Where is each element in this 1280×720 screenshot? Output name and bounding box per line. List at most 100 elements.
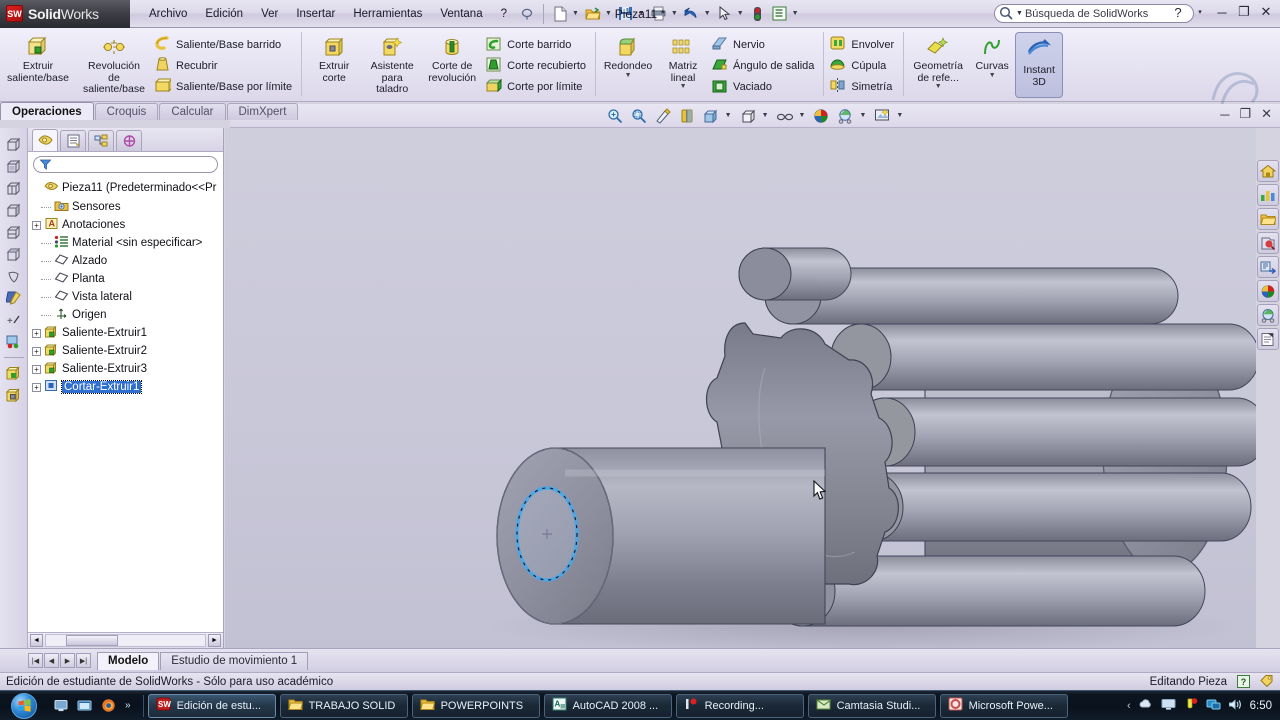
view-orientation-icon[interactable] <box>700 106 722 126</box>
restore-button[interactable]: ❐ <box>1236 4 1252 20</box>
zoom-to-fit-icon[interactable] <box>604 106 626 126</box>
menu-herramientas[interactable]: Herramientas <box>344 5 431 23</box>
tree-row-vista-lateral[interactable]: Vista lateral <box>32 288 223 306</box>
tab-modelo[interactable]: Modelo <box>97 651 160 670</box>
menu-archivo[interactable]: Archivo <box>140 5 196 23</box>
chevron-down-icon[interactable]: ▼ <box>859 112 869 119</box>
wrap-button[interactable]: Envolver <box>827 34 900 55</box>
taskbar-item-trabajo-solid[interactable]: TRABAJO SOLID <box>279 693 408 718</box>
fillet-dropdown-icon[interactable]: ▼ <box>625 72 632 79</box>
lofted-cut-button[interactable]: Corte recubierto <box>483 55 592 76</box>
tree-row-material[interactable]: Material <sin especificar> <box>32 234 223 252</box>
taskbar-clock[interactable]: 6:50 <box>1250 700 1272 712</box>
chevron-down-icon[interactable]: ▼ <box>792 10 802 17</box>
previous-view-icon[interactable] <box>652 106 674 126</box>
scene-icon[interactable] <box>834 106 856 126</box>
display-style-icon[interactable] <box>737 106 759 126</box>
nav-prev-button[interactable]: ◀ <box>44 653 59 668</box>
linear-pattern-dropdown-icon[interactable]: ▼ <box>680 83 687 90</box>
feature-tree-hscrollbar[interactable]: ◄ ► <box>28 632 223 648</box>
windows-start-button[interactable] <box>0 692 48 720</box>
chevron-down-icon[interactable]: ▼ <box>762 112 772 119</box>
minimize-button[interactable]: ─ <box>1214 5 1230 20</box>
close-button[interactable]: ✕ <box>1258 4 1274 20</box>
tab-estudio-movimiento[interactable]: Estudio de movimiento 1 <box>160 651 309 670</box>
view-left-icon[interactable] <box>3 200 25 220</box>
linear-pattern-button[interactable]: Matriz lineal ▼ <box>657 30 709 100</box>
view-right-icon[interactable] <box>3 222 25 242</box>
chevron-down-icon[interactable]: ▼ <box>799 112 809 119</box>
chevron-down-icon[interactable]: ▼ <box>572 10 582 17</box>
tree-row-sensores[interactable]: Sensores <box>32 198 223 216</box>
model-canvas[interactable]: X Z Y <box>225 128 1256 648</box>
view-normal-to-icon[interactable] <box>3 266 25 286</box>
save-icon[interactable] <box>615 3 637 25</box>
boundary-boss-button[interactable]: Saliente/Base por límite <box>152 76 298 97</box>
tab-operaciones[interactable]: Operaciones <box>0 102 94 120</box>
taskbar-item-recording[interactable]: Recording... <box>675 693 804 718</box>
new-document-icon[interactable] <box>549 3 571 25</box>
taskbar-item-powerpoint[interactable]: Microsoft Powe... <box>939 693 1068 718</box>
tree-row-origen[interactable]: Origen <box>32 306 223 324</box>
tree-row-saliente-extruir1[interactable]: + Saliente-Extruir1 <box>32 324 223 342</box>
quick-launch-overflow-icon[interactable]: » <box>121 700 135 711</box>
solidworks-resources-icon[interactable] <box>1257 184 1279 206</box>
chevron-down-icon[interactable]: ▼ <box>725 112 735 119</box>
tree-expander-anotaciones[interactable]: + <box>32 220 41 230</box>
nav-next-button[interactable]: ▶ <box>60 653 75 668</box>
tree-expander-saliente1[interactable]: + <box>32 328 41 338</box>
tree-row-cortar-extruir1[interactable]: + Cortar-Extruir1 <box>32 378 223 396</box>
taskbar-item-powerpoints[interactable]: POWERPOINTS <box>411 693 540 718</box>
chevron-down-icon[interactable]: ▼ <box>638 10 648 17</box>
rib-button[interactable]: Nervio <box>709 34 820 55</box>
swept-cut-button[interactable]: Corte barrido <box>483 34 592 55</box>
extrude-boss-icon[interactable] <box>3 363 25 383</box>
print-icon[interactable] <box>648 3 670 25</box>
reference-geometry-dropdown-icon[interactable]: ▼ <box>935 83 942 90</box>
cloud-sync-icon[interactable] <box>1138 698 1154 714</box>
options-icon[interactable] <box>769 3 791 25</box>
search-dropdown-icon[interactable]: ▼ <box>1016 10 1023 17</box>
tree-row-anotaciones[interactable]: + A Anotaciones <box>32 216 223 234</box>
configuration-manager-tab[interactable] <box>88 130 114 151</box>
chevron-down-icon[interactable]: ▼ <box>896 112 906 119</box>
doc-restore-button[interactable]: ❐ <box>1239 106 1251 122</box>
file-explorer-icon[interactable] <box>1257 232 1279 254</box>
view-top-icon[interactable] <box>3 244 25 264</box>
scroll-left-button[interactable]: ◄ <box>30 634 43 647</box>
menu-insertar[interactable]: Insertar <box>287 5 344 23</box>
help-dropdown-icon[interactable]: ▾ <box>1192 8 1208 16</box>
rebuild-icon[interactable] <box>747 3 769 25</box>
hide-show-items-icon[interactable] <box>774 106 796 126</box>
tree-row-saliente-extruir2[interactable]: + Saliente-Extruir2 <box>32 342 223 360</box>
instant3d-button[interactable]: Instant 3D <box>1015 32 1064 98</box>
view-front-icon[interactable] <box>3 156 25 176</box>
firefox-icon[interactable] <box>98 696 118 716</box>
select-arrow-icon[interactable] <box>714 3 736 25</box>
show-desktop-icon[interactable] <box>52 696 72 716</box>
shell-button[interactable]: Vaciado <box>709 76 820 97</box>
open-folder-icon[interactable] <box>582 3 604 25</box>
custom-properties-icon[interactable] <box>1257 328 1279 350</box>
draft-button[interactable]: Ángulo de salida <box>709 55 820 76</box>
home-icon[interactable] <box>1257 160 1279 182</box>
revolved-cut-button[interactable]: Corte de revolución <box>421 30 483 100</box>
smart-dimension-icon[interactable]: + <box>3 310 25 330</box>
window-switcher-icon[interactable] <box>75 696 95 716</box>
tag-icon[interactable] <box>1260 674 1274 690</box>
graphics-viewport[interactable]: X Z Y <box>225 128 1256 648</box>
boundary-cut-button[interactable]: Corte por límite <box>483 76 592 97</box>
nav-first-button[interactable]: |◀ <box>28 653 43 668</box>
undo-icon[interactable] <box>681 3 703 25</box>
section-view-icon[interactable] <box>676 106 698 126</box>
display-state-icon[interactable] <box>3 332 25 352</box>
nav-last-button[interactable]: ▶| <box>76 653 91 668</box>
view-isometric-icon[interactable] <box>3 134 25 154</box>
status-help-badge[interactable]: ? <box>1237 675 1250 688</box>
chevron-down-icon[interactable]: ▼ <box>704 10 714 17</box>
curves-dropdown-icon[interactable]: ▼ <box>989 72 996 79</box>
network-icon[interactable] <box>1206 697 1221 714</box>
scroll-track[interactable] <box>45 634 206 647</box>
chevron-down-icon[interactable]: ▼ <box>737 10 747 17</box>
menu-ver[interactable]: Ver <box>252 5 287 23</box>
